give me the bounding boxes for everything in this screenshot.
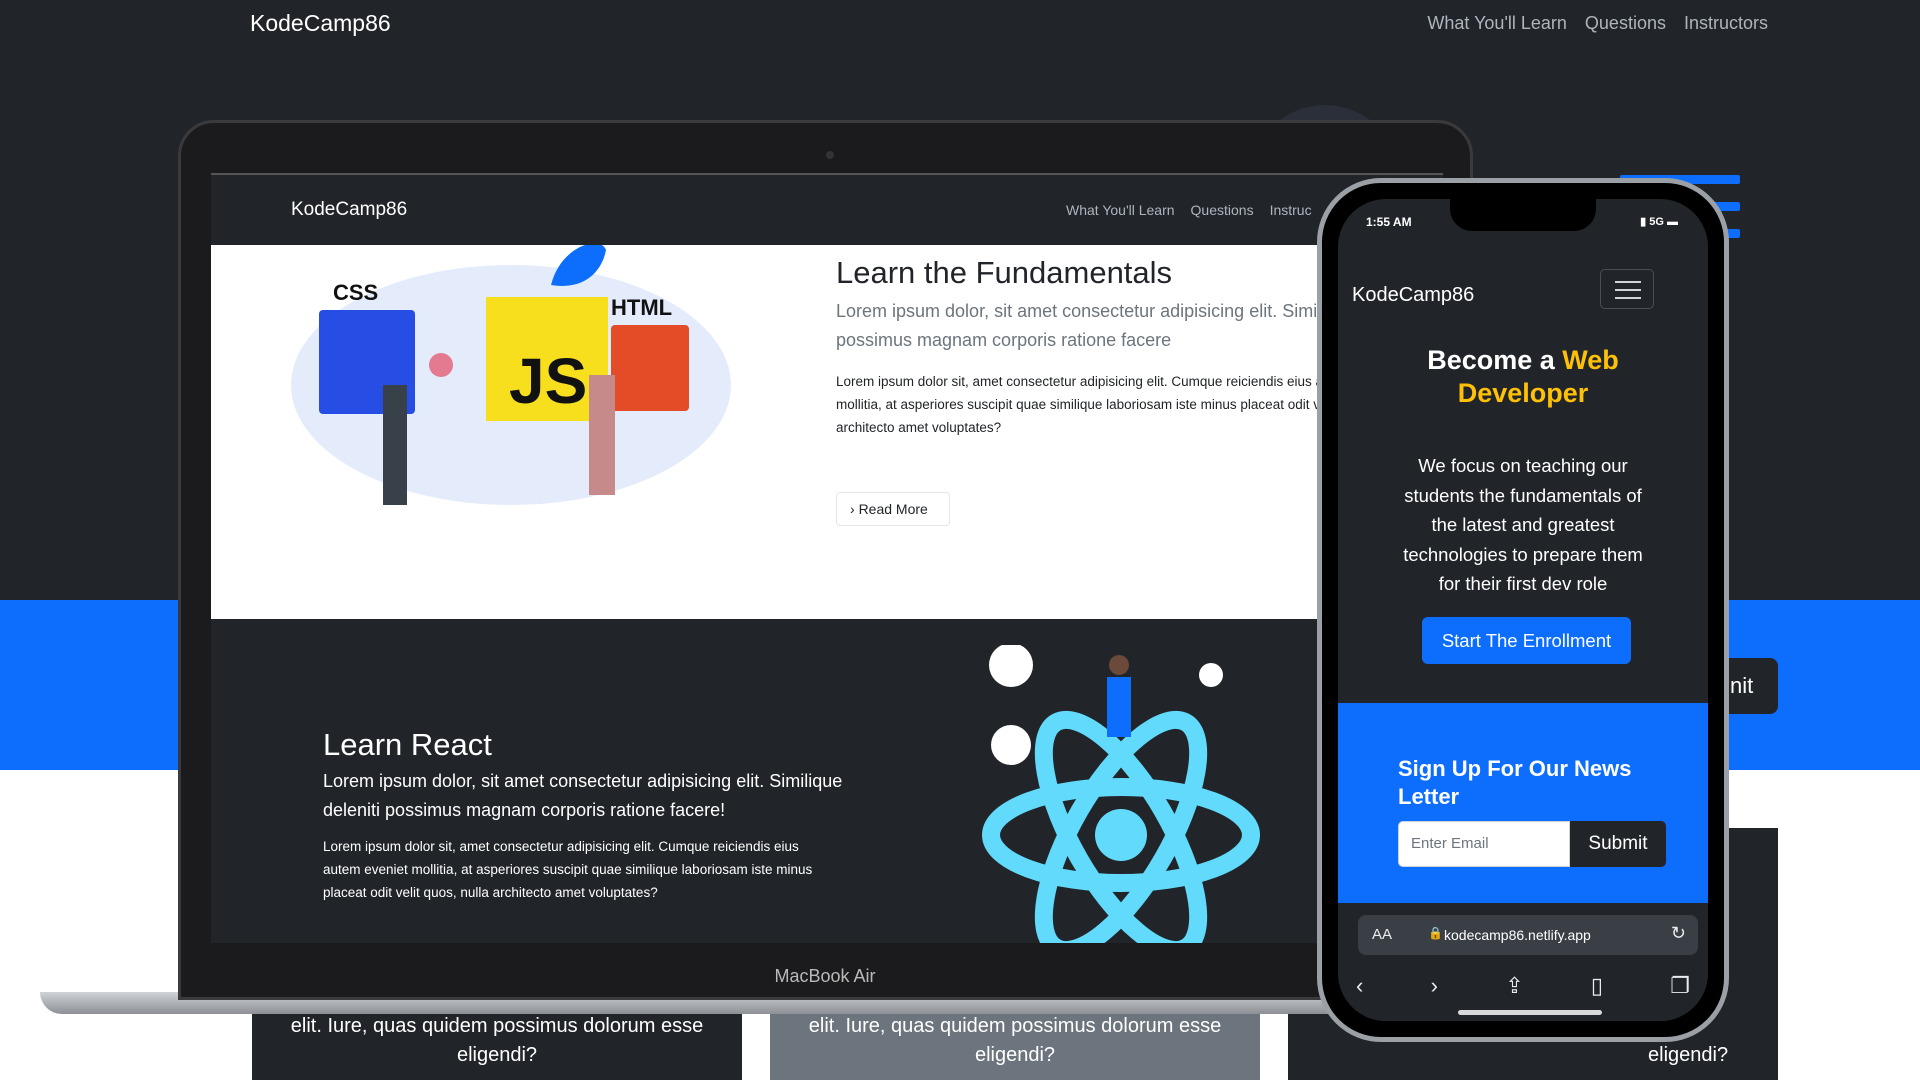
phone-time: 1:55 AM	[1366, 215, 1412, 229]
react-illustration	[982, 645, 1260, 943]
share-icon[interactable]: ⇪	[1505, 973, 1523, 999]
hamburger-icon	[1615, 281, 1641, 283]
signal-icon: ▮	[1640, 216, 1647, 228]
lock-icon: 🔒	[1428, 926, 1443, 940]
tabs-icon[interactable]: ❐	[1670, 973, 1690, 999]
hamburger-icon	[1615, 289, 1641, 291]
site-nav-links: What You'll Learn Questions Instructors	[1427, 13, 1768, 34]
laptop-camera	[826, 151, 834, 159]
site-brand[interactable]: KodeCamp86	[250, 10, 391, 37]
submit-button[interactable]: Submit	[1570, 821, 1666, 867]
nav-link-learn[interactable]: What You'll Learn	[1427, 13, 1567, 34]
laptop-screen: KodeCamp86 What You'll Learn Questions I…	[211, 173, 1443, 943]
person-icon	[429, 353, 453, 377]
laptop-model-label: MacBook Air	[774, 966, 876, 986]
person-icon	[1107, 677, 1131, 737]
newsletter-title: Sign Up For Our News Letter	[1398, 756, 1632, 809]
cloud-icon	[991, 725, 1031, 765]
home-indicator	[1458, 1010, 1602, 1015]
react-body: Lorem ipsum dolor sit, amet consectetur …	[323, 839, 813, 900]
chevron-right-icon: ›	[850, 501, 855, 517]
battery-icon: ▬	[1667, 216, 1678, 228]
fundamentals-title: Learn the Fundamentals	[836, 255, 1173, 290]
nav-link-questions[interactable]: Questions	[1585, 13, 1666, 34]
read-more-label: Read More	[858, 501, 928, 517]
fundamentals-illustration: CSS JS HTML	[291, 245, 731, 505]
start-enrollment-button[interactable]: Start The Enrollment	[1422, 617, 1631, 664]
react-lead: Lorem ipsum dolor, sit amet consectetur …	[323, 771, 843, 820]
network-label: 5G	[1649, 216, 1664, 228]
fundamentals-section: CSS JS HTML Learn the Fundamentals Lorem…	[211, 245, 1443, 619]
person-icon	[383, 385, 407, 505]
laptop-site-navbar: KodeCamp86 What You'll Learn Questions I…	[211, 175, 1443, 245]
back-icon[interactable]: ‹	[1356, 973, 1363, 999]
newsletter-section: Sign Up For Our News Letter Enter Email …	[1338, 703, 1708, 903]
react-logo-icon	[1095, 809, 1147, 861]
browser-toolbar: AA 🔒 kodecamp86.netlify.app ↻ ‹ › ⇪ ▯ ❐	[1338, 903, 1708, 1021]
css-badge-label: CSS	[333, 280, 378, 305]
reload-icon[interactable]: ↻	[1671, 923, 1686, 944]
html-badge-icon	[611, 325, 689, 411]
js-badge-label: JS	[509, 345, 587, 417]
phone-notch	[1450, 199, 1596, 231]
phone-screen: 1:55 AM ▮ 5G ▬ KodeCamp86 Become a Web D…	[1338, 199, 1708, 1021]
cloud-icon	[989, 645, 1033, 687]
laptop-site-brand[interactable]: KodeCamp86	[291, 199, 407, 221]
html-badge-label: HTML	[611, 295, 672, 320]
bookmarks-icon[interactable]: ▯	[1591, 973, 1603, 999]
address-bar[interactable]: AA 🔒 kodecamp86.netlify.app ↻	[1358, 915, 1698, 955]
phone-mockup: 1:55 AM ▮ 5G ▬ KodeCamp86 Become a Web D…	[1317, 178, 1729, 1042]
laptop-mockup: KodeCamp86 What You'll Learn Questions I…	[178, 120, 1473, 1000]
hero-title-plain: Become a	[1427, 345, 1563, 375]
read-more-button[interactable]: › Read More	[836, 492, 950, 526]
person-icon	[589, 375, 615, 495]
hero-description: We focus on teaching our students the fu…	[1403, 455, 1643, 594]
url-text: kodecamp86.netlify.app	[1444, 927, 1591, 943]
text-size-button[interactable]: AA	[1372, 926, 1392, 943]
laptop-nav-links: What You'll Learn Questions Instruc	[1066, 202, 1312, 218]
react-title: Learn React	[323, 727, 492, 762]
nav-link-instructors[interactable]: Instructors	[1684, 13, 1768, 34]
laptop-nav-link-learn[interactable]: What You'll Learn	[1066, 202, 1175, 218]
hero-title: Become a Web Developer	[1368, 344, 1678, 410]
forward-icon[interactable]: ›	[1431, 973, 1438, 999]
menu-toggle-button[interactable]	[1600, 269, 1654, 309]
phone-site-brand[interactable]: KodeCamp86	[1352, 284, 1474, 307]
email-input[interactable]: Enter Email	[1398, 821, 1570, 867]
person-icon	[1109, 655, 1129, 675]
cloud-icon	[1199, 663, 1223, 687]
phone-status: ▮ 5G ▬	[1640, 215, 1678, 228]
laptop-nav-link-instructors[interactable]: Instruc	[1270, 202, 1312, 218]
hamburger-icon	[1615, 297, 1641, 299]
browser-nav-buttons: ‹ › ⇪ ▯ ❐	[1356, 973, 1690, 999]
laptop-nav-link-questions[interactable]: Questions	[1191, 202, 1254, 218]
